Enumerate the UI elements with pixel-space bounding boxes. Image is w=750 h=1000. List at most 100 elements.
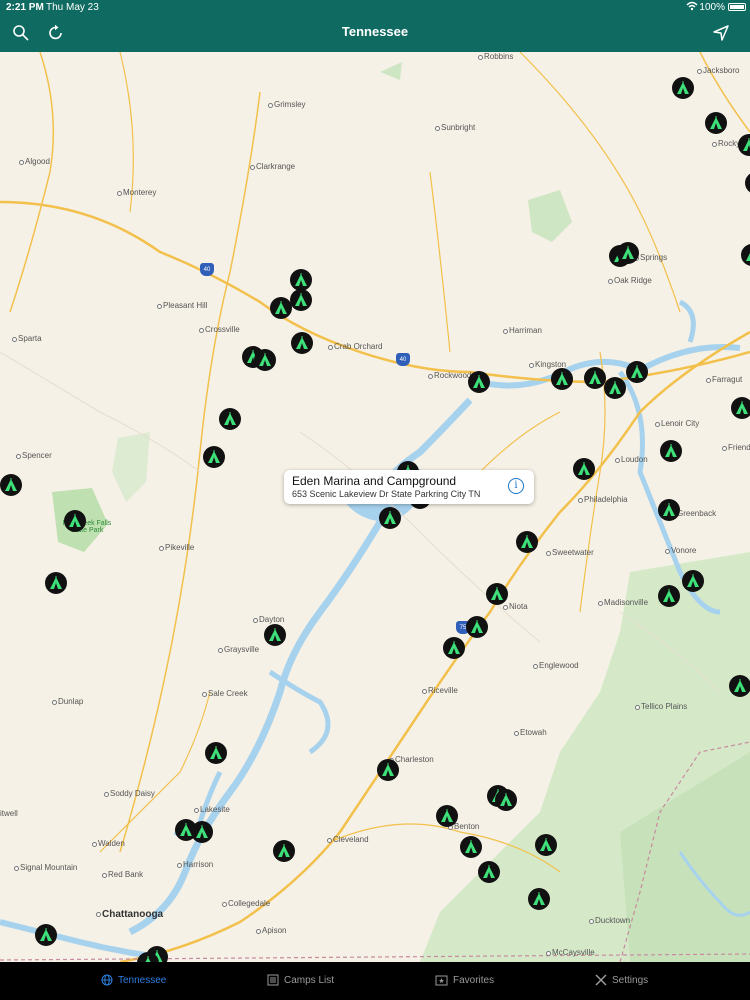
place-label: Charleston: [389, 755, 434, 764]
campground-pin[interactable]: [45, 572, 67, 594]
highway-shield: 40: [396, 353, 410, 366]
tent-icon: [521, 535, 533, 548]
campground-pin[interactable]: [443, 637, 465, 659]
place-label: Collegedale: [221, 899, 271, 908]
tent-icon: [224, 412, 236, 425]
place-label: Pleasant Hill: [156, 301, 208, 310]
campground-pin[interactable]: [436, 805, 458, 827]
place-label: Etowah: [514, 728, 547, 737]
place-label: Cleveland: [327, 835, 369, 844]
tent-icon: [441, 809, 453, 822]
place-label: Vonore: [664, 546, 697, 555]
place-label: Walden: [92, 839, 125, 848]
header-bar: 2:21 PM Thu May 23 100% Tennessee: [0, 0, 750, 52]
tab-favorites[interactable]: Favorites: [435, 974, 494, 986]
campground-pin[interactable]: [264, 624, 286, 646]
campground-pin[interactable]: [273, 840, 295, 862]
campground-pin[interactable]: [617, 242, 639, 264]
tent-icon: [50, 576, 62, 589]
place-label: Philadelphia: [578, 495, 628, 504]
campground-pin[interactable]: [219, 408, 241, 430]
campground-pin[interactable]: [0, 474, 22, 496]
battery-icon: [728, 3, 746, 11]
battery-percent: 100%: [699, 2, 725, 13]
place-label: Monterey: [116, 188, 157, 197]
campground-pin[interactable]: [290, 289, 312, 311]
place-label: Madisonville: [597, 598, 649, 607]
place-label: Riceville: [422, 686, 458, 695]
tent-icon: [736, 401, 748, 414]
info-icon[interactable]: i: [508, 478, 524, 494]
campground-pin[interactable]: [270, 297, 292, 319]
place-label: Sweetwater: [546, 548, 594, 557]
tent-icon: [609, 381, 621, 394]
locate-button[interactable]: [712, 24, 732, 44]
tent-icon: [382, 763, 394, 776]
tent-icon: [471, 620, 483, 633]
place-label: Clarkrange: [249, 162, 296, 171]
place-label: Spencer: [16, 451, 52, 460]
campground-pin[interactable]: [377, 759, 399, 781]
campground-pin[interactable]: [682, 570, 704, 592]
campground-pin[interactable]: [468, 371, 490, 393]
campground-pin[interactable]: [535, 834, 557, 856]
page-title: Tennessee: [341, 24, 409, 39]
campground-pin[interactable]: [495, 789, 517, 811]
place-label: McCaysville: [546, 948, 595, 957]
campground-pin[interactable]: [528, 888, 550, 910]
campground-pin[interactable]: [205, 742, 227, 764]
place-label: Benton: [447, 822, 480, 831]
tab-label: Favorites: [453, 974, 495, 986]
place-label: Chattanooga: [95, 909, 164, 920]
campground-pin[interactable]: [658, 499, 680, 521]
campground-pin[interactable]: [584, 367, 606, 389]
campground-pin[interactable]: [466, 616, 488, 638]
campground-pin[interactable]: [573, 458, 595, 480]
tent-icon: [40, 928, 52, 941]
place-label: Ducktown: [588, 916, 631, 925]
tab-camps-list[interactable]: Camps List: [267, 974, 334, 986]
campground-pin[interactable]: [35, 924, 57, 946]
tent-icon: [465, 840, 477, 853]
place-label: Robbins: [477, 52, 514, 61]
campground-pin[interactable]: [672, 77, 694, 99]
campground-pin[interactable]: [486, 583, 508, 605]
map-view[interactable]: 40 40 75 Robbins Jacksboro Grimsley Sunbrig…: [0, 52, 750, 962]
campground-pin[interactable]: [626, 361, 648, 383]
campground-pin[interactable]: [290, 269, 312, 291]
campground-pin[interactable]: [705, 112, 727, 134]
place-label: Englewood: [533, 661, 579, 670]
tab-bar: Tennessee Camps List Favorites Settings: [0, 962, 750, 1000]
campground-pin[interactable]: [658, 585, 680, 607]
tent-icon: [622, 246, 634, 259]
tent-icon: [663, 589, 675, 602]
campground-pin[interactable]: [291, 332, 313, 354]
campground-pin[interactable]: [729, 675, 750, 697]
campground-pin[interactable]: [551, 368, 573, 390]
campground-pin[interactable]: [460, 836, 482, 858]
campground-pin[interactable]: [604, 377, 626, 399]
campground-pin[interactable]: [379, 507, 401, 529]
campground-pin[interactable]: [64, 510, 86, 532]
tent-icon: [631, 365, 643, 378]
campground-pin[interactable]: [254, 349, 276, 371]
tent-icon: [540, 838, 552, 851]
map-base: [0, 52, 750, 962]
tent-icon: [278, 844, 290, 857]
tab-label: Settings: [612, 974, 649, 986]
tab-tennessee[interactable]: Tennessee: [101, 974, 166, 986]
place-label: Harrison: [176, 860, 214, 869]
campground-pin[interactable]: [478, 861, 500, 883]
campground-pin[interactable]: [731, 397, 750, 419]
tent-icon: [589, 371, 601, 384]
campground-pin[interactable]: [660, 440, 682, 462]
campground-pin[interactable]: [516, 531, 538, 553]
tab-settings[interactable]: Settings: [595, 974, 648, 986]
campground-pin[interactable]: [203, 446, 225, 468]
campground-pin[interactable]: [191, 821, 213, 843]
tent-icon: [500, 793, 512, 806]
place-label: Jacksboro: [696, 66, 740, 75]
campground-callout[interactable]: Eden Marina and Campground 653 Scenic La…: [284, 470, 534, 504]
tent-icon: [296, 336, 308, 349]
place-label: Greenback: [670, 509, 717, 518]
